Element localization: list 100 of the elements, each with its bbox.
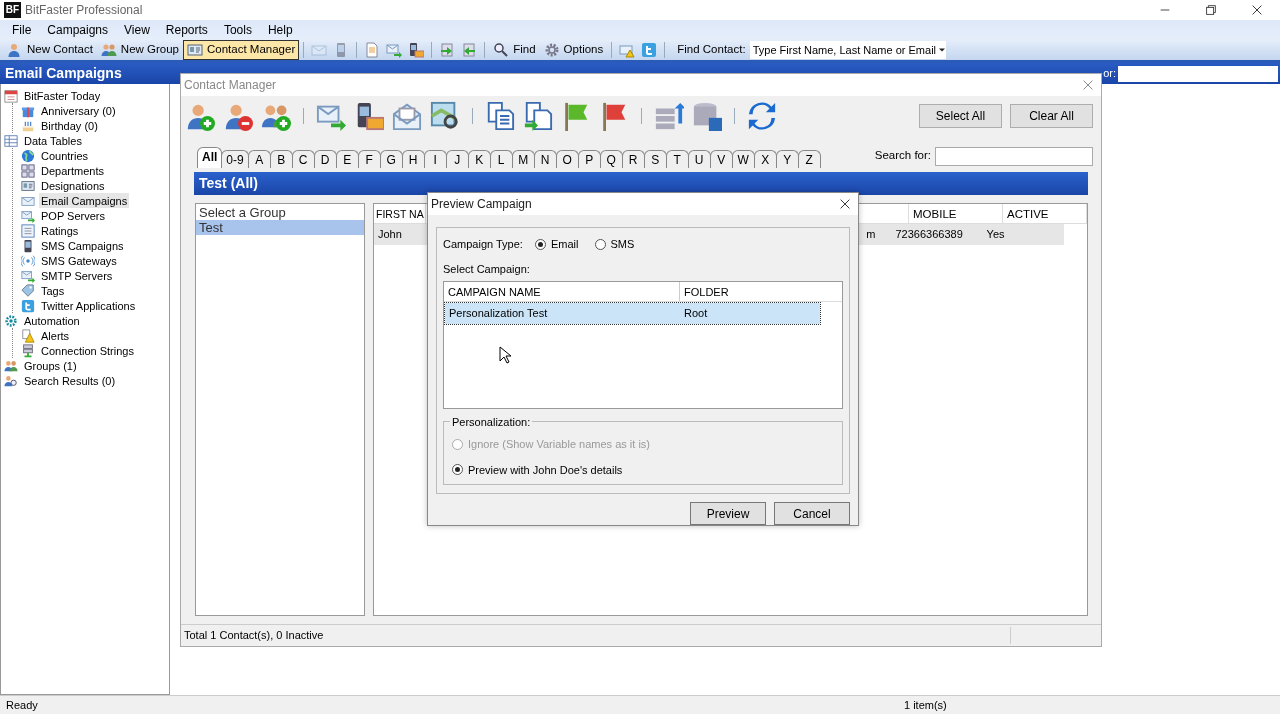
tree-item[interactable]: Twitter Applications [39, 298, 138, 313]
tree-item[interactable]: Designations [39, 178, 107, 193]
menu-item[interactable]: Reports [157, 20, 216, 40]
radio-option[interactable]: Email [535, 236, 579, 253]
find-contact-combo[interactable]: Type First Name, Last Name or Email [749, 41, 946, 59]
envelope-warning-icon[interactable] [619, 42, 636, 58]
app-icon [21, 298, 35, 313]
app-icon[interactable] [641, 42, 658, 58]
field-label: Select Campaign: [443, 261, 531, 277]
map-search-icon[interactable] [430, 101, 460, 131]
group-item[interactable]: Select a Group [196, 205, 364, 220]
tag-icon [21, 283, 35, 298]
tree-item[interactable]: SMTP Servers [39, 268, 115, 283]
import-icon[interactable] [439, 42, 456, 58]
status-count: 1 item(s) [904, 697, 947, 713]
tree-item[interactable]: Search Results (0) [22, 373, 118, 388]
status-text: Total 1 Contact(s), 0 Inactive [181, 627, 1011, 644]
window-title: Contact Manager [183, 77, 277, 94]
documents-arrow-icon[interactable] [523, 101, 553, 131]
column-header: ACTIVE [1003, 204, 1087, 223]
toolbar-button[interactable]: Options [539, 40, 608, 60]
database-save-icon[interactable] [692, 101, 722, 131]
close-icon[interactable] [838, 197, 852, 211]
clear-all-button[interactable]: Clear All [1010, 104, 1093, 128]
menu-item[interactable]: Campaigns [39, 20, 117, 40]
tree-item[interactable]: Birthday (0) [39, 118, 100, 133]
table-cell-text: John [377, 227, 403, 242]
table-cell-text: m [865, 227, 877, 242]
toolbar-button[interactable]: New Contact [3, 40, 97, 60]
search-field[interactable] [935, 146, 1093, 166]
table-row[interactable]: Personalization Test Root [445, 303, 820, 324]
toolbar-button[interactable]: Contact Manager [183, 40, 300, 60]
warning-icon [21, 328, 35, 343]
tree-item[interactable]: Tags [39, 283, 67, 298]
tree-item[interactable]: Countries [39, 148, 91, 163]
radio-option[interactable]: Preview with John Doe's details [452, 461, 834, 478]
phone-envelope-icon[interactable] [408, 42, 425, 58]
menu-item[interactable]: Help [259, 20, 301, 40]
menu-item[interactable]: File [4, 20, 40, 40]
search-field[interactable] [1118, 65, 1278, 82]
globe-icon [21, 148, 35, 163]
tree-item[interactable]: Ratings [39, 223, 81, 238]
restore-icon[interactable] [1204, 3, 1218, 17]
group-header: Test (All) [194, 172, 1088, 195]
dialog-title: Preview Campaign [430, 196, 532, 213]
users-icon [100, 42, 117, 58]
menu-item[interactable]: View [116, 20, 158, 40]
settings-icon [543, 42, 560, 58]
open-envelope-icon[interactable] [392, 101, 422, 131]
radio-option[interactable]: SMS [594, 236, 635, 253]
cancel-button[interactable]: Cancel [774, 502, 850, 525]
column-header: MOBILE [909, 204, 1003, 223]
grid-icon [21, 163, 35, 178]
tree-item[interactable]: Connection Strings [39, 343, 136, 358]
group-item[interactable]: Test [196, 220, 364, 235]
search-label: Search for: [874, 148, 931, 164]
table-icon [4, 133, 18, 148]
documents-icon[interactable] [485, 101, 515, 131]
tree-item[interactable]: BitFaster Today [22, 88, 103, 103]
tree-item[interactable]: Groups (1) [22, 358, 79, 373]
find-contact-label: Find Contact: [677, 42, 746, 58]
tree-item[interactable]: SMS Gateways [39, 253, 119, 268]
export-icon[interactable] [461, 42, 478, 58]
tree-item[interactable]: Alerts [39, 328, 72, 343]
letter-tab[interactable]: Z [797, 150, 821, 168]
window-title: BitFaster Professional [25, 2, 144, 19]
close-icon[interactable] [1250, 3, 1264, 17]
letter-tab[interactable]: All [197, 147, 223, 168]
section-title: Email Campaigns [4, 64, 123, 83]
status-text: Ready [5, 697, 39, 713]
refresh-icon[interactable] [747, 101, 777, 131]
toolbar-button[interactable]: New Group [96, 40, 183, 60]
envelope-arrow-icon [21, 208, 35, 223]
users-icon [4, 358, 18, 373]
letter-tab[interactable]: Q [599, 150, 623, 168]
envelope-arrow-icon[interactable] [386, 42, 403, 58]
logo: BF [4, 2, 21, 18]
tree-item[interactable]: Data Tables [22, 133, 84, 148]
preview-button[interactable]: Preview [690, 502, 766, 525]
tree-item[interactable]: SMS Campaigns [39, 238, 126, 253]
toolbar-button[interactable]: Find [489, 40, 540, 60]
table-cell-text: Yes [985, 227, 1006, 242]
server-upload-icon[interactable] [654, 101, 684, 131]
tree-item[interactable]: Departments [39, 163, 106, 178]
signal-icon [21, 253, 35, 268]
tree-item[interactable]: Anniversary (0) [39, 103, 118, 118]
user-search-icon [4, 373, 18, 388]
document-icon[interactable] [364, 42, 381, 58]
table-cell-text: 72366366389 [894, 227, 964, 242]
gear-icon [4, 313, 18, 328]
list-icon [21, 223, 35, 238]
tree-item[interactable]: Email Campaigns [39, 193, 130, 208]
table-cell-text: Root [683, 306, 709, 321]
tree-item[interactable]: POP Servers [39, 208, 107, 223]
envelope-arrow-icon [21, 268, 35, 283]
tree-item[interactable]: Automation [22, 313, 82, 328]
menu-item[interactable]: Tools [215, 20, 260, 40]
column-header: CAMPAIGN NAME [444, 282, 680, 301]
search-label: or: [1103, 66, 1116, 82]
select-all-button[interactable]: Select All [919, 104, 1002, 128]
